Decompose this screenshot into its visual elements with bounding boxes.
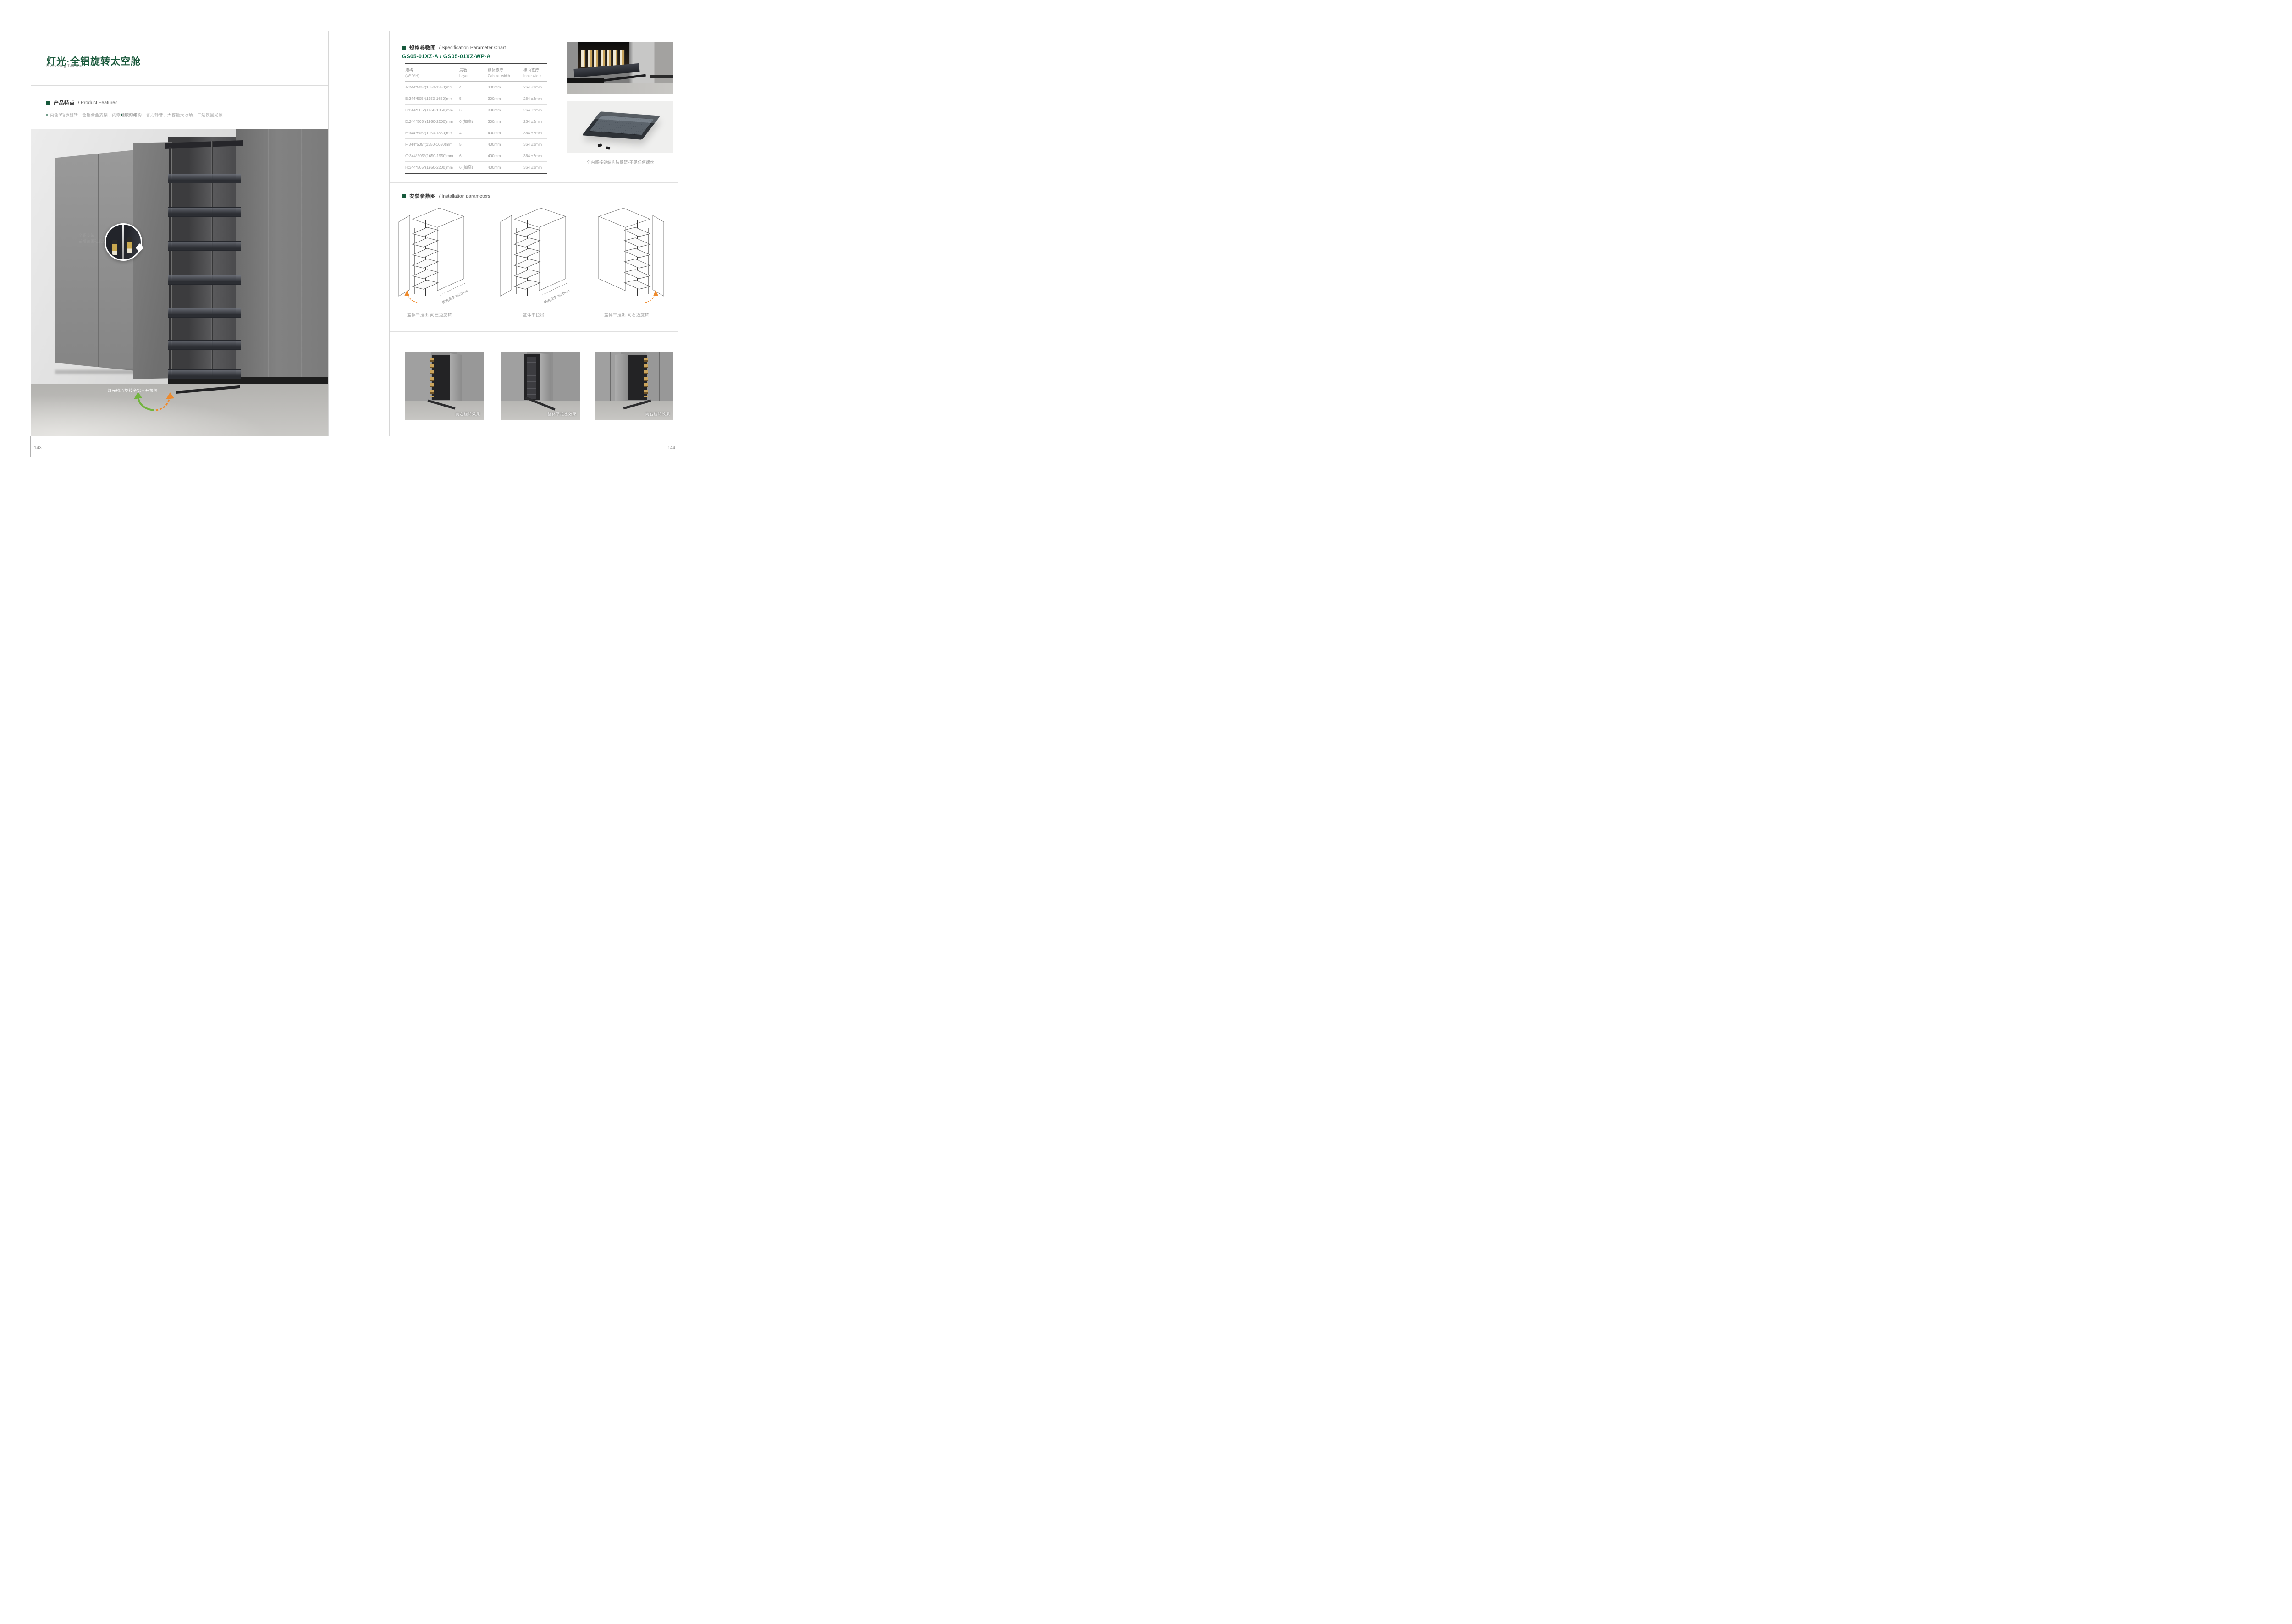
pullout-basket	[168, 269, 241, 285]
table-row: F:344*505*(1350-1650)mm5400mm364 ±2mm	[405, 139, 547, 150]
bottle-column-icon	[430, 358, 435, 397]
pullout-basket	[168, 302, 241, 318]
section-marker-icon	[402, 46, 406, 50]
features-heading-en: / Product Features	[78, 100, 117, 105]
detail-photo-basket	[567, 42, 673, 94]
catalog-spread: 灯光·全铝旋转太空舱 Revolving Tall Unit 产品特点 / Pr…	[0, 0, 709, 462]
install-heading: 安装参数图 / Installation parameters	[402, 193, 490, 200]
section-divider	[390, 331, 678, 332]
page-number-tick	[30, 436, 31, 457]
page-left: 灯光·全铝旋转太空舱 Revolving Tall Unit 产品特点 / Pr…	[31, 31, 329, 436]
effect-photo-pullout: 篮体平拉出效果	[501, 352, 580, 420]
diagram-caption: 篮体平拉出 向右边旋转	[581, 312, 672, 318]
table-row: G:344*505*(1650-1950)mm6400mm364 ±2mm	[405, 150, 547, 162]
install-diagram-middle: 柜内深度 ≥520mm	[494, 206, 575, 307]
diagram-caption: 篮体平拉出 向左边旋转	[384, 312, 475, 318]
features-heading: 产品特点 / Product Features	[46, 99, 117, 106]
install-diagram-left: 柜内深度 ≥520mm	[396, 206, 477, 307]
detail-photo-tray	[567, 101, 673, 153]
title-divider	[31, 85, 328, 86]
table-row: B:244*505*(1350-1650)mm5300mm264 ±2mm	[405, 93, 547, 105]
bottle-icon	[112, 240, 117, 255]
table-row: H:344*505*(1950-2200)mm6 (加高)400mm364 ±2…	[405, 162, 547, 174]
page-subtitle: Revolving Tall Unit	[46, 63, 83, 68]
install-diagram-right	[586, 206, 667, 307]
spec-heading: 规格参数图 / Specification Parameter Chart	[402, 44, 506, 51]
svg-text:柜内深度 ≥520mm: 柜内深度 ≥520mm	[543, 288, 570, 305]
effect-photo-rotate-right: 向右旋转效果	[595, 352, 673, 420]
spec-table: 规格(W*D*H) 层数Layer 柜体宽度Cabinet width 柜内宽度…	[405, 63, 547, 174]
table-row: E:344*505*(1050-1350)mm4400mm364 ±2mm	[405, 127, 547, 139]
effect-photo-rotate-left: 向左旋转效果	[405, 352, 484, 420]
table-row: A:244*505*(1050-1350)mm4300mm264 ±2mm	[405, 82, 547, 93]
pullout-basket	[168, 235, 241, 251]
page-number-left: 143	[34, 446, 42, 451]
table-row: D:244*505*(1950-2200)mm6 (加高)300mm264 ±2…	[405, 116, 547, 127]
detail-callout-bubble	[105, 223, 142, 261]
svg-text:柜内深度 ≥520mm: 柜内深度 ≥520mm	[441, 288, 468, 305]
pullout-basket	[168, 168, 241, 183]
model-number: GS05-01XZ·A / GS05-01XZ-WP·A	[402, 53, 490, 60]
callout-label: 全铝支架 前后氛围硅胶灯	[79, 232, 106, 244]
features-heading-cn: 产品特点	[54, 99, 75, 106]
section-marker-icon	[402, 194, 406, 198]
section-divider	[390, 182, 678, 183]
feature-text: 联动结构、省力静音、大容量大收纳、二边氛围光源	[125, 112, 223, 118]
rotation-arrows-icon	[133, 391, 175, 413]
light-pole-icon	[122, 225, 124, 259]
feature-item: 联动结构、省力静音、大容量大收纳、二边氛围光源	[121, 112, 223, 118]
page-right: 规格参数图 / Specification Parameter Chart GS…	[389, 31, 678, 436]
table-row: C:244*505*(1650-1950)mm6300mm264 ±2mm	[405, 105, 547, 116]
bottle-column-icon	[644, 358, 648, 397]
pullout-basket	[168, 334, 241, 350]
bottle-icon	[127, 237, 132, 253]
table-header: 规格(W*D*H) 层数Layer 柜体宽度Cabinet width 柜内宽度…	[405, 64, 547, 82]
section-marker-icon	[46, 101, 50, 105]
page-number-right: 144	[662, 446, 675, 451]
pullout-basket	[168, 363, 241, 379]
pullout-basket	[168, 201, 241, 217]
right-cabinet	[236, 129, 328, 377]
glass-tray	[582, 111, 661, 139]
open-door	[133, 142, 173, 379]
diagram-caption: 篮体平拉出	[488, 312, 579, 318]
hero-product-photo: 全铝支架 前后氛围硅胶灯 灯光轴承旋转全铝平开拉篮	[31, 129, 328, 436]
left-cabinet	[55, 149, 145, 372]
bullet-dot-icon	[121, 114, 122, 116]
photo-caption: 全内部棒卯结构玻璃篮·不见任何螺丝	[567, 160, 673, 165]
bullet-dot-icon	[46, 114, 48, 116]
